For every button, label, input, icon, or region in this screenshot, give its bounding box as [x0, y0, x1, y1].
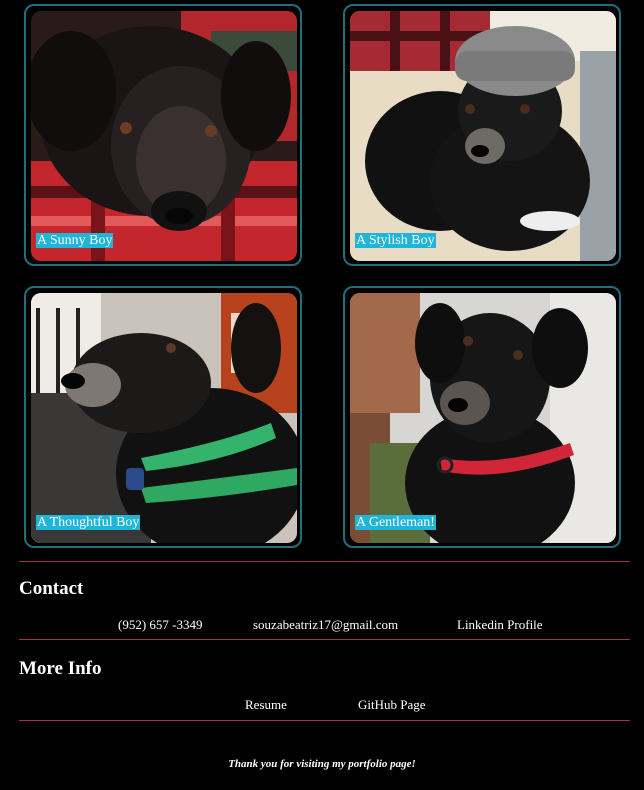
github-link[interactable]: GitHub Page — [358, 697, 426, 713]
photo-caption: A Sunny Boy — [36, 233, 114, 248]
photo-gallery: A Sunny Boy A Stylish Boy A Thoughtful B… — [0, 0, 644, 555]
section-divider — [19, 639, 630, 640]
linkedin-link[interactable]: Linkedin Profile — [457, 617, 543, 633]
dog-photo-sunny — [31, 11, 297, 261]
photo-caption: A Stylish Boy — [355, 233, 436, 248]
footer-thank-you: Thank you for visiting my portfolio page… — [228, 758, 416, 770]
photo-card-stylish: A Stylish Boy — [343, 4, 621, 266]
email-link[interactable]: souzabeatriz17@gmail.com — [253, 617, 398, 633]
photo-card-sunny: A Sunny Boy — [24, 4, 302, 266]
more-info-heading: More Info — [19, 658, 102, 679]
resume-link[interactable]: Resume — [245, 697, 287, 713]
photo-caption: A Thoughtful Boy — [36, 515, 141, 530]
section-divider — [19, 561, 630, 562]
photo-card-gentleman: A Gentleman! — [343, 286, 621, 548]
dog-photo-thoughtful — [31, 293, 297, 543]
photo-caption: A Gentleman! — [355, 515, 436, 530]
dog-photo-gentleman — [350, 293, 616, 543]
contact-heading: Contact — [19, 578, 84, 599]
phone-link[interactable]: (952) 657 -3349 — [118, 617, 203, 633]
section-divider — [19, 720, 630, 721]
dog-photo-stylish — [350, 11, 616, 261]
photo-card-thoughtful: A Thoughtful Boy — [24, 286, 302, 548]
